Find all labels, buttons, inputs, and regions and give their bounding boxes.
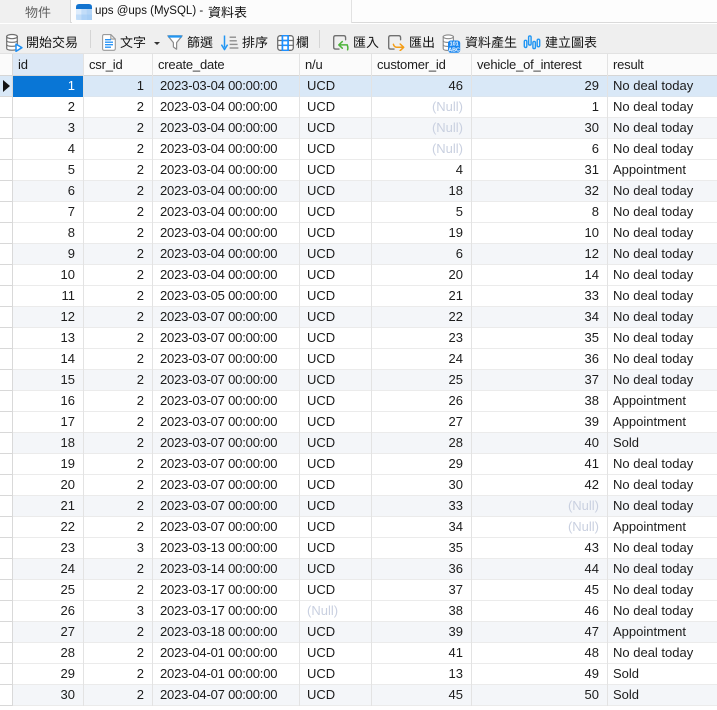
svg-text:ABC: ABC bbox=[448, 47, 460, 53]
